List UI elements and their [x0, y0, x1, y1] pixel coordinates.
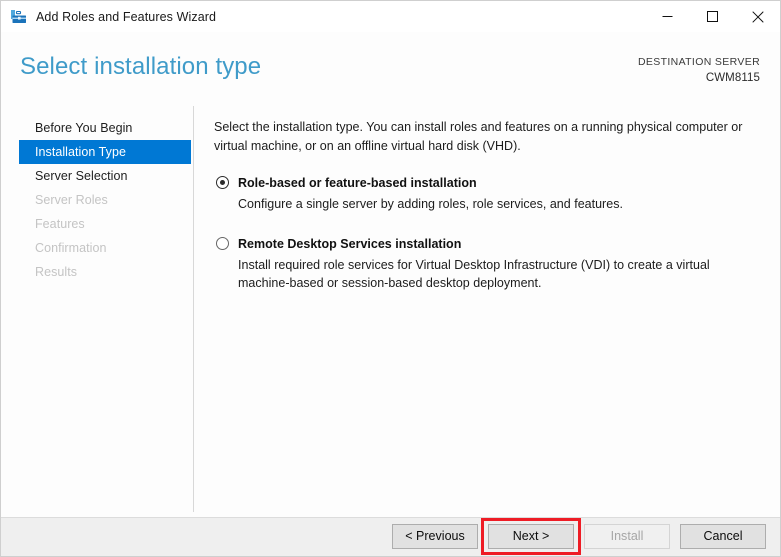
wizard-step-nav: Before You Begin Installation Type Serve…: [1, 103, 193, 517]
next-button-wrapper: Next >: [481, 518, 581, 555]
option-remote-desktop-services: Remote Desktop Services installation Ins…: [214, 235, 760, 293]
maximize-button[interactable]: [690, 1, 735, 32]
sidebar-item-before-you-begin[interactable]: Before You Begin: [1, 116, 191, 140]
destination-server-label: DESTINATION SERVER: [637, 56, 760, 68]
option-remote-desktop-services-label: Remote Desktop Services installation: [238, 236, 462, 251]
server-manager-toolbox-icon: [10, 8, 28, 26]
footer-button-bar: < Previous Next > Install Cancel: [392, 518, 766, 555]
radio-role-based[interactable]: Role-based or feature-based installation: [214, 174, 760, 192]
install-button: Install: [584, 524, 670, 549]
radio-selected-icon: [216, 176, 229, 189]
page-header: Select installation type DESTINATION SER…: [1, 32, 780, 103]
installation-type-radio-group: Role-based or feature-based installation…: [214, 174, 760, 293]
maximize-icon: [707, 11, 718, 22]
sidebar-item-server-roles: Server Roles: [35, 193, 108, 207]
sidebar-item-results: Results: [35, 265, 78, 279]
previous-button[interactable]: < Previous: [392, 524, 478, 549]
next-button[interactable]: Next >: [488, 524, 574, 549]
option-role-based: Role-based or feature-based installation…: [214, 174, 760, 214]
intro-text: Select the installation type. You can in…: [214, 120, 743, 153]
title-bar: Add Roles and Features Wizard: [1, 1, 780, 32]
radio-remote-desktop-services[interactable]: Remote Desktop Services installation: [214, 235, 760, 253]
sidebar-item-confirmation: Confirmation: [35, 241, 107, 255]
option-remote-desktop-services-description: Install required role services for Virtu…: [238, 257, 710, 291]
minimize-button[interactable]: [645, 1, 690, 32]
cancel-button[interactable]: Cancel: [680, 524, 766, 549]
window-controls: [645, 1, 780, 32]
sidebar-item-installation-type[interactable]: Installation Type: [19, 140, 191, 164]
page-title: Select installation type: [20, 53, 262, 80]
window-title: Add Roles and Features Wizard: [36, 9, 217, 24]
radio-unselected-icon: [216, 236, 229, 250]
sidebar-item-features: Features: [35, 217, 85, 231]
wizard-body: Before You Begin Installation Type Serve…: [1, 103, 780, 517]
option-role-based-description: Configure a single server by adding role…: [238, 197, 623, 211]
wizard-footer: < Previous Next > Install Cancel: [1, 517, 780, 556]
minimize-icon: [662, 16, 673, 17]
sidebar-item-server-selection[interactable]: Server Selection: [1, 164, 191, 188]
main-content: Select the installation type. You can in…: [193, 103, 780, 517]
option-role-based-label: Role-based or feature-based installation: [238, 176, 477, 190]
destination-server: DESTINATION SERVER CWM8115: [638, 55, 760, 85]
close-icon: [751, 10, 764, 23]
close-button[interactable]: [735, 1, 780, 32]
wizard-window: Add Roles and Features Wizard Select ins…: [0, 0, 781, 557]
destination-server-value: CWM8115: [705, 72, 760, 84]
